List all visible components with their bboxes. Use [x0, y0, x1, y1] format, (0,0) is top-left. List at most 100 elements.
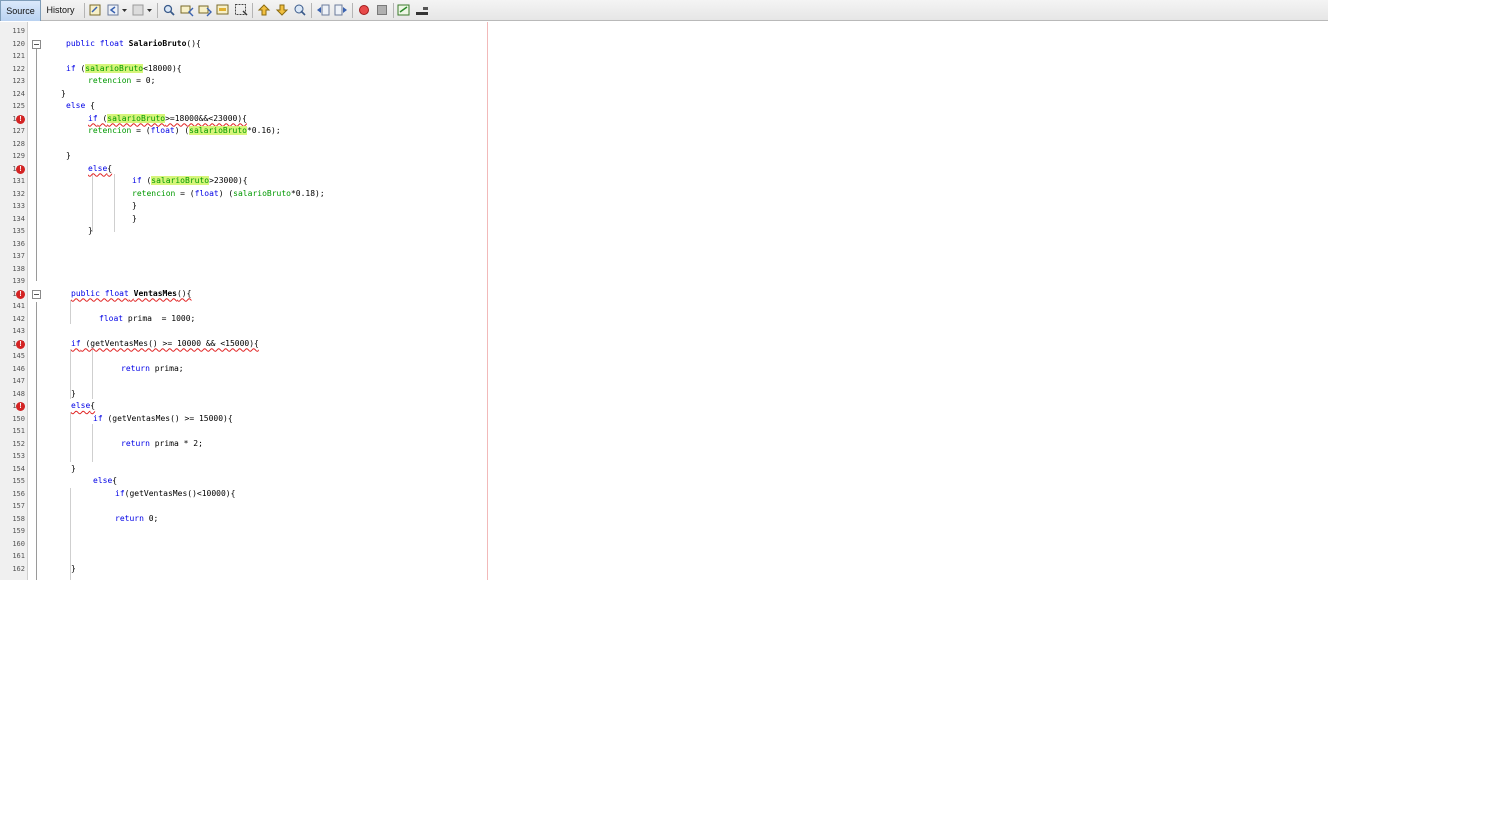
code-line[interactable]: 135 }: [0, 225, 1328, 238]
code-line[interactable]: 146 return prima;: [0, 363, 1328, 376]
code-line[interactable]: 145: [0, 350, 1328, 363]
code-line[interactable]: 140 ! public float VentasMes(){: [0, 288, 1328, 301]
code-line[interactable]: 148 }: [0, 388, 1328, 401]
code-line[interactable]: 138: [0, 263, 1328, 276]
line-number: 124: [12, 89, 25, 98]
tab-source[interactable]: Source: [0, 0, 41, 21]
toolbar-separator: [352, 3, 353, 18]
code-line[interactable]: 127 retencion = (float) (salarioBruto*0.…: [0, 125, 1328, 138]
code-line[interactable]: 144 ! if (getVentasMes() >= 10000 && <15…: [0, 338, 1328, 351]
code-line[interactable]: 139: [0, 275, 1328, 288]
code-line[interactable]: 120 public float SalarioBruto(){: [0, 38, 1328, 51]
code-line[interactable]: 151: [0, 425, 1328, 438]
last-edit-icon[interactable]: [88, 3, 102, 17]
code-line[interactable]: 129 }: [0, 150, 1328, 163]
line-number: 128: [12, 139, 25, 148]
fold-collapse-icon[interactable]: [32, 39, 41, 49]
line-number: 158: [12, 514, 25, 523]
uncomment-icon[interactable]: [415, 3, 429, 17]
forward-icon[interactable]: [131, 3, 145, 17]
line-number: 156: [12, 489, 25, 498]
line-number: 161: [12, 552, 25, 560]
line-number: 157: [12, 502, 25, 510]
shift-right-icon[interactable]: [334, 3, 348, 17]
code-text: else{: [71, 401, 96, 410]
error-icon[interactable]: !: [16, 402, 25, 411]
code-line[interactable]: 123 retencion = 0;: [0, 75, 1328, 88]
code-text: }: [71, 388, 76, 398]
next-bookmark-icon[interactable]: [275, 3, 289, 17]
code-line[interactable]: 158 return 0;: [0, 513, 1328, 526]
line-number: 139: [12, 277, 25, 285]
code-line[interactable]: 119: [0, 25, 1328, 38]
code-text: }: [66, 151, 71, 160]
find-previous-icon[interactable]: [180, 3, 194, 17]
comment-icon[interactable]: [397, 3, 411, 17]
line-number: 138: [12, 264, 25, 273]
find-selection-icon[interactable]: [162, 3, 176, 17]
code-line[interactable]: 162 }: [0, 563, 1328, 576]
code-line[interactable]: 136: [0, 238, 1328, 251]
line-number: 136: [12, 239, 25, 248]
find-next-icon[interactable]: [198, 3, 212, 17]
start-macro-icon[interactable]: [357, 3, 371, 17]
code-line[interactable]: 128: [0, 138, 1328, 151]
code-text: retencion = (float) (salarioBruto*0.18);: [132, 188, 325, 198]
code-line[interactable]: 121: [0, 50, 1328, 63]
toolbar-separator: [311, 3, 312, 18]
code-text: public float VentasMes(){: [71, 288, 192, 298]
error-icon[interactable]: !: [16, 164, 25, 174]
code-line[interactable]: 157: [0, 500, 1328, 513]
code-line[interactable]: 134 }: [0, 213, 1328, 226]
code-line[interactable]: 130 ! else{: [0, 163, 1328, 176]
code-line[interactable]: 149 ! else{: [0, 400, 1328, 413]
toggle-rectangular-selection-icon[interactable]: [234, 3, 248, 17]
stop-macro-icon[interactable]: [375, 3, 389, 17]
code-line[interactable]: 132 retencion = (float) (salarioBruto*0.…: [0, 188, 1328, 201]
back-icon[interactable]: [106, 3, 120, 17]
back-dropdown-icon[interactable]: [121, 3, 128, 17]
code-line[interactable]: 124 }: [0, 88, 1328, 101]
line-number: 147: [12, 377, 25, 385]
code-line[interactable]: 152 return prima * 2;: [0, 438, 1328, 451]
code-line[interactable]: 143: [0, 325, 1328, 338]
previous-bookmark-icon[interactable]: [257, 3, 271, 17]
code-text: retencion = 0;: [88, 76, 156, 85]
toggle-bookmark-icon[interactable]: [293, 3, 307, 17]
line-number: 162: [12, 564, 25, 573]
code-text: else {: [66, 101, 95, 110]
code-text: return prima;: [121, 363, 184, 373]
code-line[interactable]: 125 else {: [0, 100, 1328, 113]
code-line[interactable]: 153: [0, 450, 1328, 463]
toggle-highlight-icon[interactable]: [216, 3, 230, 17]
code-line[interactable]: 154 }: [0, 463, 1328, 476]
line-number: 159: [12, 527, 25, 535]
code-line[interactable]: 147: [0, 375, 1328, 388]
line-number: 119: [12, 27, 25, 35]
code-line[interactable]: 156 if(getVentasMes()<10000){: [0, 488, 1328, 501]
line-number: 120: [12, 39, 25, 48]
code-line[interactable]: 141: [0, 300, 1328, 313]
code-line[interactable]: 142 float prima = 1000;: [0, 313, 1328, 326]
line-number: 131: [12, 177, 25, 185]
code-line[interactable]: 159: [0, 525, 1328, 538]
forward-dropdown-icon[interactable]: [146, 3, 153, 17]
code-text: else{: [88, 163, 113, 173]
code-line[interactable]: 150 if (getVentasMes() >= 15000){: [0, 413, 1328, 426]
code-editor[interactable]: 119 120 public float SalarioBruto(){ 121…: [0, 22, 1328, 580]
code-line[interactable]: 133 }: [0, 200, 1328, 213]
code-line[interactable]: 126 ! if (salarioBruto>=18000&&<23000){: [0, 113, 1328, 126]
code-line[interactable]: 122 if (salarioBruto<18000){: [0, 63, 1328, 76]
error-icon[interactable]: !: [16, 339, 25, 349]
error-icon[interactable]: !: [16, 114, 25, 124]
code-line[interactable]: 155 else{: [0, 475, 1328, 488]
fold-collapse-icon[interactable]: [32, 289, 41, 299]
shift-left-icon[interactable]: [316, 3, 330, 17]
code-line[interactable]: 137: [0, 250, 1328, 263]
code-line[interactable]: 161: [0, 550, 1328, 563]
tab-history[interactable]: History: [42, 0, 79, 21]
code-text: return 0;: [115, 513, 159, 523]
error-icon[interactable]: !: [16, 289, 25, 299]
code-line[interactable]: 131 if (salarioBruto>23000){: [0, 175, 1328, 188]
code-line[interactable]: 160: [0, 538, 1328, 551]
